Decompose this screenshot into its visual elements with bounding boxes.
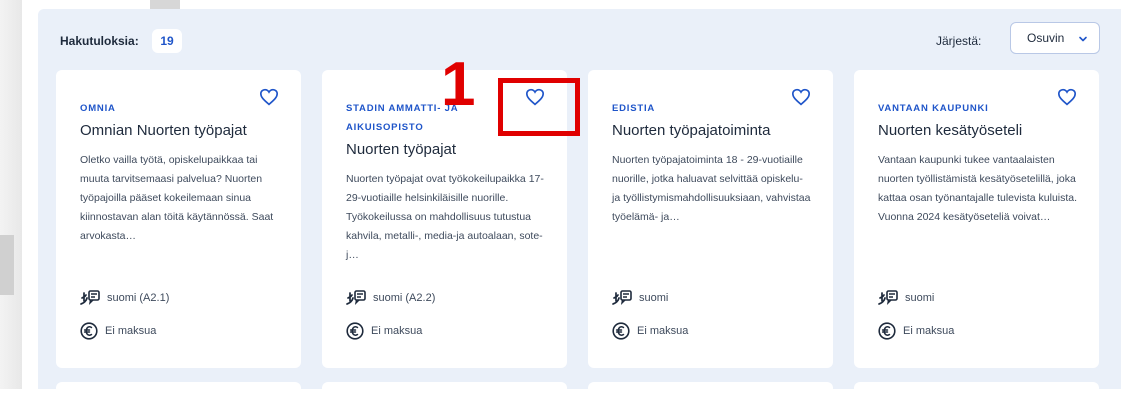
euro-icon bbox=[346, 322, 364, 340]
language-speech-icon bbox=[612, 290, 632, 306]
card-price: Ei maksua bbox=[878, 322, 954, 340]
card-title[interactable]: Nuorten kesätyöseteli bbox=[878, 122, 1088, 139]
annotation-highlight-box bbox=[498, 78, 580, 136]
result-card[interactable]: EDISTIA Nuorten työpajatoiminta Nuorten … bbox=[588, 70, 833, 368]
background-edge bbox=[0, 0, 22, 389]
language-speech-icon bbox=[878, 290, 898, 306]
card-provider: EDISTIA bbox=[612, 103, 656, 114]
card-price-text: Ei maksua bbox=[903, 325, 955, 337]
card-language-text: suomi bbox=[639, 292, 669, 304]
card-description: Oletko vailla työtä, opiskelupaikkaa tai… bbox=[80, 154, 274, 242]
sort-select[interactable]: Osuvin bbox=[1010, 22, 1100, 54]
results-toolbar: Hakutuloksia: 19 Järjestä: Osuvin bbox=[38, 9, 1121, 69]
card-provider: OMNIA bbox=[80, 103, 116, 114]
language-speech-icon bbox=[346, 290, 366, 306]
result-card[interactable]: OMNIA Omnian Nuorten työpajat Oletko vai… bbox=[56, 70, 301, 368]
card-description: Nuorten työpajat ovat työkokeilupaikka 1… bbox=[346, 173, 544, 261]
euro-icon bbox=[612, 322, 630, 340]
card-language: suomi bbox=[612, 289, 668, 307]
card-language-text: suomi bbox=[905, 292, 935, 304]
heart-outline-icon[interactable] bbox=[791, 88, 811, 106]
card-title[interactable]: Nuorten työpajat bbox=[346, 141, 556, 158]
card-language: suomi bbox=[878, 289, 934, 307]
card-language-text: suomi (A2.2) bbox=[373, 292, 436, 304]
heart-outline-icon[interactable] bbox=[259, 88, 279, 106]
results-count-label: Hakutuloksia: bbox=[60, 34, 139, 48]
card-provider: VANTAAN KAUPUNKI bbox=[878, 103, 989, 114]
card-price-text: Ei maksua bbox=[371, 325, 423, 337]
card-price: Ei maksua bbox=[80, 322, 156, 340]
result-card-partial bbox=[854, 382, 1099, 402]
heart-outline-icon[interactable] bbox=[1057, 88, 1077, 106]
sort-selected-value: Osuvin bbox=[1027, 31, 1065, 45]
card-price-text: Ei maksua bbox=[105, 325, 157, 337]
result-card[interactable]: VANTAAN KAUPUNKI Nuorten kesätyöseteli V… bbox=[854, 70, 1099, 368]
euro-icon bbox=[878, 322, 896, 340]
card-language: suomi (A2.1) bbox=[80, 289, 169, 307]
card-price: Ei maksua bbox=[612, 322, 688, 340]
language-speech-icon bbox=[80, 290, 100, 306]
chevron-down-icon bbox=[1079, 36, 1087, 42]
result-card-partial bbox=[588, 382, 833, 402]
results-count-badge: 19 bbox=[152, 29, 182, 53]
card-language-text: suomi (A2.1) bbox=[107, 292, 170, 304]
euro-icon bbox=[80, 322, 98, 340]
results-panel: Hakutuloksia: 19 Järjestä: Osuvin OMNIA … bbox=[38, 9, 1121, 402]
card-price: Ei maksua bbox=[346, 322, 422, 340]
annotation-number: 1 bbox=[441, 50, 476, 119]
card-price-text: Ei maksua bbox=[637, 325, 689, 337]
card-title[interactable]: Omnian Nuorten työpajat bbox=[80, 122, 290, 139]
card-language: suomi (A2.2) bbox=[346, 289, 435, 307]
sort-label: Järjestä: bbox=[936, 34, 982, 48]
result-card-partial bbox=[322, 382, 567, 402]
result-card-partial bbox=[56, 382, 301, 402]
card-title[interactable]: Nuorten työpajatoiminta bbox=[612, 122, 822, 139]
background-smudge bbox=[0, 235, 14, 295]
card-provider: STADIN AMMATTI- JA AIKUISOPISTO bbox=[346, 103, 459, 133]
card-description: Vantaan kaupunki tukee vantaalaisten nuo… bbox=[878, 154, 1078, 223]
card-description: Nuorten työpajatoiminta 18 - 29-vuotiail… bbox=[612, 154, 811, 223]
